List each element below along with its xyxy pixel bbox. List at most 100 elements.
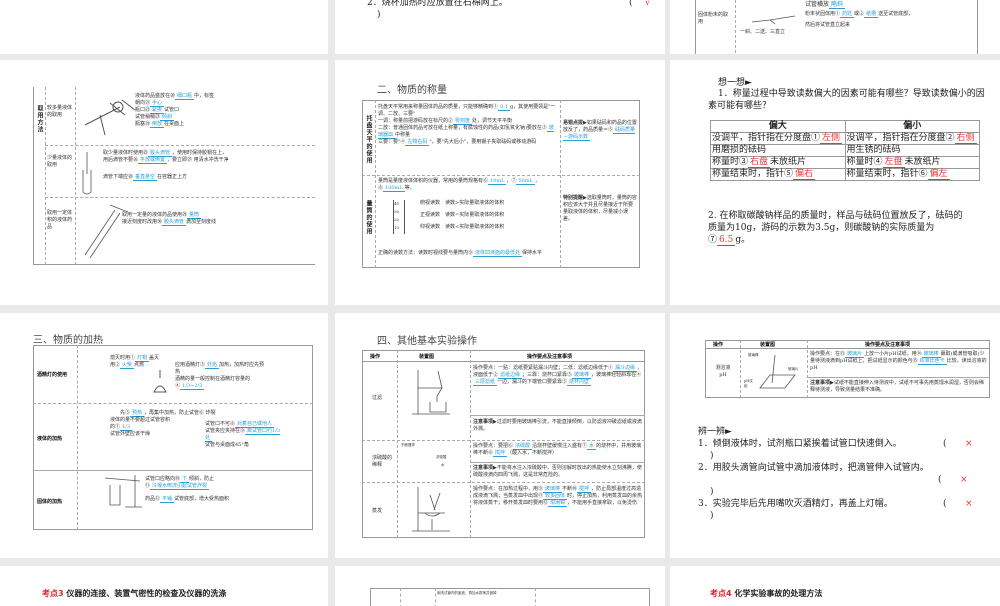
0-text: 操作	[370, 354, 381, 360]
note: 一斜、二送、三直立	[740, 29, 786, 35]
table-divider	[807, 340, 808, 398]
evaporation-notes: 操作要点：在加热过程中，用⑨ 玻璃棒 不断⑩ 搅拌 ，防止局部温度过高造成液滴飞溅；当蒸…	[473, 486, 643, 507]
0-text: 药品⑫	[145, 496, 161, 502]
p3-text: ；三靠：烧杯口紧靠③	[522, 372, 573, 378]
p2-text: 不断⑩	[562, 486, 578, 492]
p2-text: 上放一小片pH试纸，用⑭	[864, 351, 922, 357]
1-text: 细口瓶	[175, 93, 195, 100]
solid-heating-figure-icon	[104, 475, 142, 508]
dropper-figure-icon	[82, 152, 92, 195]
note-text: 不能将水注入浓硫酸中，否则溶解时放出的热能使水立刻沸腾，使硫酸液滴向四周飞溅，这…	[473, 465, 642, 478]
table-divider	[807, 377, 990, 378]
filtration-figure-icon	[412, 370, 450, 415]
2-text: 倾斜，防止	[189, 476, 215, 482]
table-divider	[45, 87, 46, 265]
p5-text: ，不能用手直接拿取，以免烫伤	[567, 500, 638, 506]
1-text: 倾斜	[160, 114, 175, 121]
0-text: 称量结束时，指针⑤	[712, 169, 794, 179]
1-text: 预热	[130, 410, 145, 417]
row-label: 过滤	[372, 395, 383, 401]
a15-text: 标准比色卡	[917, 358, 947, 365]
question-2: 2. 在称取碳酸钠样品的质量时，样品与砝码位置放反了，砝码的质量为10g，游码的…	[708, 210, 968, 246]
1-text: 垂直悬空	[133, 174, 158, 181]
1-text: 正视读数 读数=实际量取液体的体积	[420, 212, 505, 218]
bias-table: 偏大 偏小 没调平，指针指在分度盘① 左侧 没调平，指针指在分度盘② 右侧 用磨损的砝码…	[710, 120, 980, 181]
a2-text: 滤纸边缘	[498, 372, 523, 379]
line-2: 粉末状固体用① 药匙 或② 纸槽 送至试管底部，	[805, 11, 913, 18]
1-text: 右盘	[748, 157, 771, 168]
line-1: 试管横放 略斜	[805, 1, 846, 9]
table-divider	[362, 440, 645, 441]
2-text: 操作要点及注意事项	[865, 342, 911, 348]
table-text: 倒洗试管内的废液，再加水振荡并倒掉	[437, 591, 497, 595]
tip-title-text: 特别提醒	[563, 195, 584, 201]
2-text: 称量结束时，指针⑥	[846, 169, 928, 179]
table-divider	[740, 340, 741, 398]
1-text: 灯帽	[135, 355, 150, 362]
table-divider	[735, 0, 736, 54]
filter-caution: 注意事项▶过滤时要用玻璃棒引流，不能直接倾倒，以防滤液冲破滤纸或液滴外溅。	[473, 419, 642, 432]
1-text: 1/3~2/3	[180, 383, 205, 390]
judgement-item: 2．烧杯加热时应放置在石棉网上。 ( √	[367, 0, 657, 9]
0-text: 先⑤	[120, 410, 131, 416]
1-text: 平放或倒置	[138, 157, 168, 164]
p4-text: （酸入水，不断搅拌）	[507, 450, 558, 456]
table-divider	[560, 100, 561, 268]
row-label: 浓硫酸的稀释	[372, 455, 393, 468]
0-text: 偏大	[710, 120, 846, 133]
table-divider	[45, 197, 315, 198]
0-text: 瓶塞㉔	[135, 121, 151, 127]
table-divider	[45, 145, 315, 146]
table-divider	[470, 462, 645, 463]
table-divider	[77, 345, 78, 530]
reading-method: 正确的读数方法：读数时视线要与量筒内⑨ 液体凹液面的最低处 保持水平	[378, 250, 558, 257]
a5-text: 烧杯内壁	[567, 379, 592, 386]
a3-text: 玻璃棒	[572, 372, 592, 379]
a7-text: 50mL	[516, 178, 535, 185]
test-tube-figure-icon	[751, 15, 796, 25]
q2b-text: g。	[735, 235, 751, 245]
table-divider	[397, 350, 398, 538]
p-text: 操作要点：要把⑥	[473, 443, 514, 449]
2-text: 操作要点及注意事项	[527, 354, 573, 360]
p1a-text: 托盘天平常用来称量固体药品的质量，只能够精确到①	[378, 104, 499, 110]
slide-thumbnail-6[interactable]: 想一想► 1．称量过程中导致读数偏大的因素可能有哪些？导致读数偏小的因素可能有哪…	[670, 60, 1000, 305]
1-text: 偏小	[844, 120, 980, 133]
slide-thumbnail-1[interactable]	[0, 0, 328, 54]
slide-thumbnail-7[interactable]: 三、物质的加热 酒精灯的使用 液体的加热 固体的加热 熄灭时用① 灯帽 盖灭 用② 火…	[0, 313, 328, 558]
slide-thumbnail-11[interactable]: 倒洗试管内的废液，再加水振荡并倒掉	[335, 566, 665, 606]
alcohol-lamp-icon	[153, 370, 167, 393]
1-text: 胶头滴管	[148, 150, 173, 157]
2-text: 中，标签	[194, 93, 215, 99]
0-text: 液体药品盛放在⑳	[135, 93, 176, 99]
2-text: 滴加至刻度线	[186, 219, 217, 225]
section-heading: 考点3 仪器的连接、装置气密性的检查及仪器的洗涤	[42, 588, 226, 599]
a4-text: 三层滤纸	[473, 379, 498, 386]
section-heading: 考点4 化学实验事故的处理方法	[710, 588, 822, 599]
2-text: 仰视读数 读数<实际量取液体的体积	[420, 224, 505, 230]
p-text: 操作要点：一贴：滤纸要紧贴漏斗内壁；二低：滤纸边缘低于①	[473, 365, 614, 371]
slide-thumbnail-10[interactable]: 考点3 仪器的连接、装置气密性的检查及仪器的洗涤	[0, 566, 328, 606]
slide-thumbnail-9[interactable]: 操作 装置图 操作要点及注意事项 测溶液pH 玻璃棒 pH试纸 玻璃片 操作要点…	[670, 313, 1000, 558]
section-title: 三、物质的加热	[33, 335, 103, 346]
slide-thumbnail-4[interactable]: 取用方法 较多量液体的取用 少量液体的取用 取用一定体积的液体药品 液体药品盛放…	[0, 60, 328, 305]
line1-text: 试管横放	[805, 1, 830, 8]
table-header: 操作 装置图 操作要点及注意事项	[705, 340, 990, 349]
note-title-text: 注意事项	[473, 465, 494, 471]
slide-thumbnail-5[interactable]: 二、物质的称量 托盘天平的使用 量筒的使用 托盘天平常用来称量固体药品的质量，只…	[335, 60, 665, 305]
ans-a-text: 药匙	[840, 11, 855, 18]
1-text: 手心	[150, 100, 165, 107]
table-divider	[362, 175, 640, 176]
slide-thumbnail-2[interactable]: 2．烧杯加热时应放置在石棉网上。 ( √ )	[335, 0, 665, 54]
slide-thumbnail-12[interactable]: 考点4 化学实验事故的处理方法	[670, 566, 1000, 606]
table-divider	[75, 87, 76, 265]
cross-mark-icon: ×	[965, 439, 973, 449]
slide-thumbnail-8[interactable]: 四、其他基本实验操作 操作 装置图 操作要点及注意事项 过滤 浓硫酸的稀释 蒸发…	[335, 313, 665, 558]
0-text: 试管稍稍㉓	[135, 114, 161, 120]
1-text: 倒放	[150, 121, 165, 128]
lamp-notes-right: 应用酒精灯③ 外焰 加热，加热时应先预热 酒精的量一般控制在酒精灯容量的④ 1/3~2…	[175, 362, 265, 390]
2-text: 在容器正上方	[157, 174, 188, 180]
slide-thumbnail-3[interactable]: 固体粉末的取用 试管横放 略斜 粉末状固体用① 药匙 或② 纸槽 送至试管底部， 然后将试…	[670, 0, 1000, 54]
0-text: 试管口不可⑧	[205, 421, 236, 427]
0-text: 用磨损的砝码	[710, 144, 846, 157]
